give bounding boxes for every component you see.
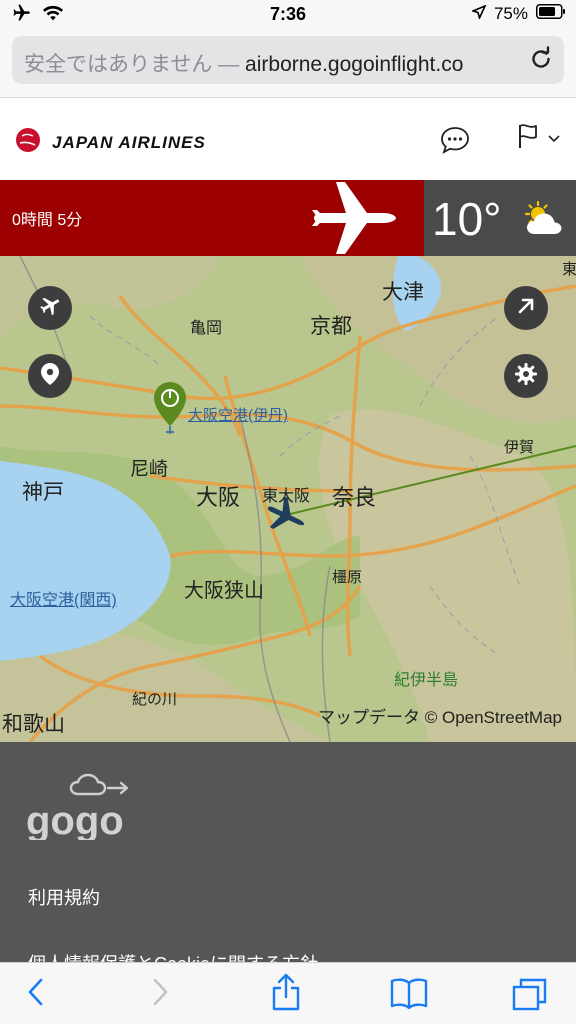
url-text[interactable]: 安全ではありません — airborne.gogoinflight.co: [24, 48, 524, 78]
center-origin-button[interactable]: [28, 354, 72, 398]
map-label-edge: 東: [562, 261, 576, 278]
language-selector[interactable]: [516, 122, 560, 155]
battery-percent: 75%: [493, 4, 528, 23]
airplane-icon: [308, 180, 400, 261]
reload-icon[interactable]: [528, 46, 554, 77]
map-label-kinokawa: 紀の川: [132, 691, 178, 708]
airplane-icon: [38, 294, 62, 323]
tsurumaru-logo-icon: [14, 126, 42, 159]
chat-bubble-icon[interactable]: [440, 126, 470, 159]
chevron-down-icon: [548, 130, 560, 148]
flight-status-bar: 0時間 5分 10°: [0, 180, 576, 256]
svg-text:gogo: gogo: [26, 799, 124, 840]
map-label-kyoto: 京都: [310, 315, 352, 338]
privacy-policy-link[interactable]: 個人情報保護とCookieに関する方針: [28, 950, 318, 962]
current-position-airplane-icon: [264, 496, 308, 541]
browser-toolbar: [0, 962, 576, 1024]
map-attribution[interactable]: マップデータ © OpenStreetMap: [318, 703, 562, 728]
map-label-osakasayama: 大阪狭山: [184, 580, 264, 602]
map-label-wakayama: 和歌山: [2, 713, 65, 736]
center-airplane-button[interactable]: [28, 286, 72, 330]
map-settings-button[interactable]: [504, 354, 548, 398]
arrow-up-right-icon: [516, 296, 536, 321]
forward-chevron-icon[interactable]: [150, 977, 170, 1012]
remaining-time: 0時間 5分: [12, 212, 83, 229]
map-label-kansai: 大阪空港(関西): [10, 592, 117, 609]
tabs-icon[interactable]: [512, 977, 548, 1016]
map-label-amagasaki: 尼崎: [130, 459, 169, 480]
map-label-nara: 奈良: [332, 485, 377, 510]
map-label-kobe: 神戸: [22, 481, 64, 504]
status-bar: 7:36 75%: [0, 0, 576, 30]
expand-map-button[interactable]: [504, 286, 548, 330]
address-bar[interactable]: 安全ではありません — airborne.gogoinflight.co: [12, 36, 564, 84]
partly-cloudy-icon: [520, 200, 570, 243]
gear-icon: [514, 362, 538, 391]
map-label-osaka: 大阪: [196, 485, 241, 510]
weather-panel: 10°: [424, 180, 576, 256]
map-pin-icon[interactable]: [152, 380, 188, 441]
terms-link[interactable]: 利用規約: [28, 884, 100, 910]
browser-address-area: 安全ではありません — airborne.gogoinflight.co: [0, 30, 576, 98]
jal-logo[interactable]: JAPAN AIRLINES: [14, 126, 206, 159]
map-label-kameoka: 亀岡: [190, 320, 223, 337]
bookmarks-icon[interactable]: [390, 977, 428, 1014]
gogo-logo: gogo: [26, 768, 140, 845]
flight-map[interactable]: 大津 亀岡 京都 大阪空港(伊丹) 伊賀 神戸 尼崎 大阪 東大阪 奈良 大阪空…: [0, 256, 576, 742]
map-label-kiihanto: 紀伊半島: [394, 672, 459, 689]
site-header: JAPAN AIRLINES: [0, 98, 576, 180]
url-security-warning: 安全ではありません —: [24, 53, 240, 76]
brand-name: JAPAN AIRLINES: [52, 132, 206, 152]
remaining-time-panel: 0時間 5分: [0, 180, 424, 256]
site-footer: gogo 利用規約 個人情報保護とCookieに関する方針: [0, 742, 576, 962]
map-label-otsu: 大津: [382, 281, 424, 304]
map-label-kashihara: 橿原: [332, 569, 363, 586]
back-chevron-icon[interactable]: [26, 977, 46, 1012]
map-label-itami: 大阪空港(伊丹): [188, 407, 288, 424]
temperature: 10°: [432, 193, 502, 245]
location-arrow-icon: [470, 4, 487, 24]
status-right: 75%: [470, 4, 566, 24]
battery-icon: [536, 4, 566, 24]
url-host: airborne.gogoinflight.co: [239, 53, 464, 76]
share-icon[interactable]: [270, 973, 302, 1016]
location-pin-icon: [40, 362, 60, 391]
map-label-iga: 伊賀: [504, 439, 535, 456]
flag-icon: [516, 122, 544, 155]
cloud-logo-icon: gogo: [26, 773, 129, 843]
